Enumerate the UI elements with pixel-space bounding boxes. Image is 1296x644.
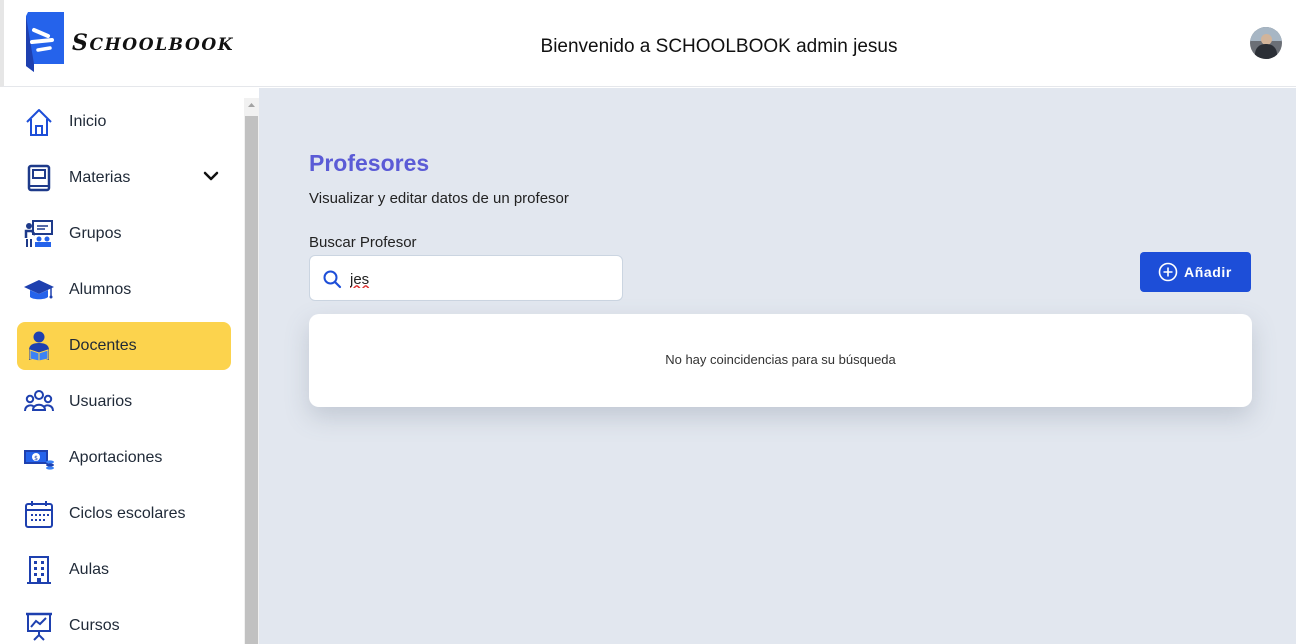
sidebar-item-label: Grupos [69,225,122,242]
sidebar-item-grupos[interactable]: Grupos [17,210,231,258]
book-icon [23,162,55,194]
users-icon [23,386,55,418]
search-box[interactable] [309,255,623,301]
sidebar-item-ciclos-escolares[interactable]: Ciclos escolares [17,490,231,538]
search-label: Buscar Profesor [309,234,417,251]
results-card: No hay coincidencias para su búsqueda [309,314,1252,407]
scroll-up-arrow-icon[interactable] [244,98,259,112]
sidebar-item-label: Docentes [69,337,137,354]
app-header: SCHOOLBOOK Bienvenido a SCHOOLBOOK admin… [0,0,1296,87]
sidebar-item-usuarios[interactable]: Usuarios [17,378,231,426]
empty-results-message: No hay coincidencias para su búsqueda [665,352,896,367]
graduation-cap-icon [23,274,55,306]
teacher-icon [23,330,55,362]
sidebar-item-label: Aportaciones [69,449,163,466]
home-icon [23,106,55,138]
page-title: Profesores [309,150,430,176]
sidebar-item-label: Usuarios [69,393,133,410]
sidebar-item-docentes[interactable]: Docentes [17,322,231,370]
main-content: Profesores Visualizar y editar datos de … [259,88,1296,644]
sidebar-item-label: Inicio [69,113,107,130]
sidebar-item-aportaciones[interactable]: $ Aportaciones [17,434,231,482]
sidebar-item-materias[interactable]: Materias [17,154,231,202]
add-button-label: Añadir [1184,264,1232,280]
sidebar-scrollbar[interactable] [244,98,259,644]
svg-text:$: $ [34,455,38,462]
scrollbar-thumb[interactable] [245,116,258,644]
sidebar: Inicio Materias Grupos Alumnos Docentes … [4,88,244,644]
sidebar-item-aulas[interactable]: Aulas [17,546,231,594]
sidebar-item-alumnos[interactable]: Alumnos [17,266,231,314]
chevron-down-icon[interactable] [201,166,221,186]
sidebar-item-inicio[interactable]: Inicio [17,98,231,146]
sidebar-item-label: Materias [69,169,131,186]
sidebar-item-label: Ciclos escolares [69,505,186,522]
add-button[interactable]: Añadir [1140,252,1251,292]
calendar-icon [23,498,55,530]
search-icon [323,270,342,289]
search-input[interactable] [350,268,610,290]
classroom-icon [23,218,55,250]
sidebar-item-label: Alumnos [69,281,132,298]
sidebar-item-cursos[interactable]: Cursos [17,602,231,644]
sidebar-item-label: Aulas [69,561,110,578]
plus-circle-icon [1158,262,1178,282]
presentation-icon [23,610,55,642]
building-icon [23,554,55,586]
sidebar-item-label: Cursos [69,617,120,634]
money-icon: $ [23,442,55,474]
user-avatar[interactable] [1250,27,1282,59]
page-subtitle: Visualizar y editar datos de un profesor [309,190,569,207]
welcome-message: Bienvenido a SCHOOLBOOK admin jesus [540,36,898,57]
